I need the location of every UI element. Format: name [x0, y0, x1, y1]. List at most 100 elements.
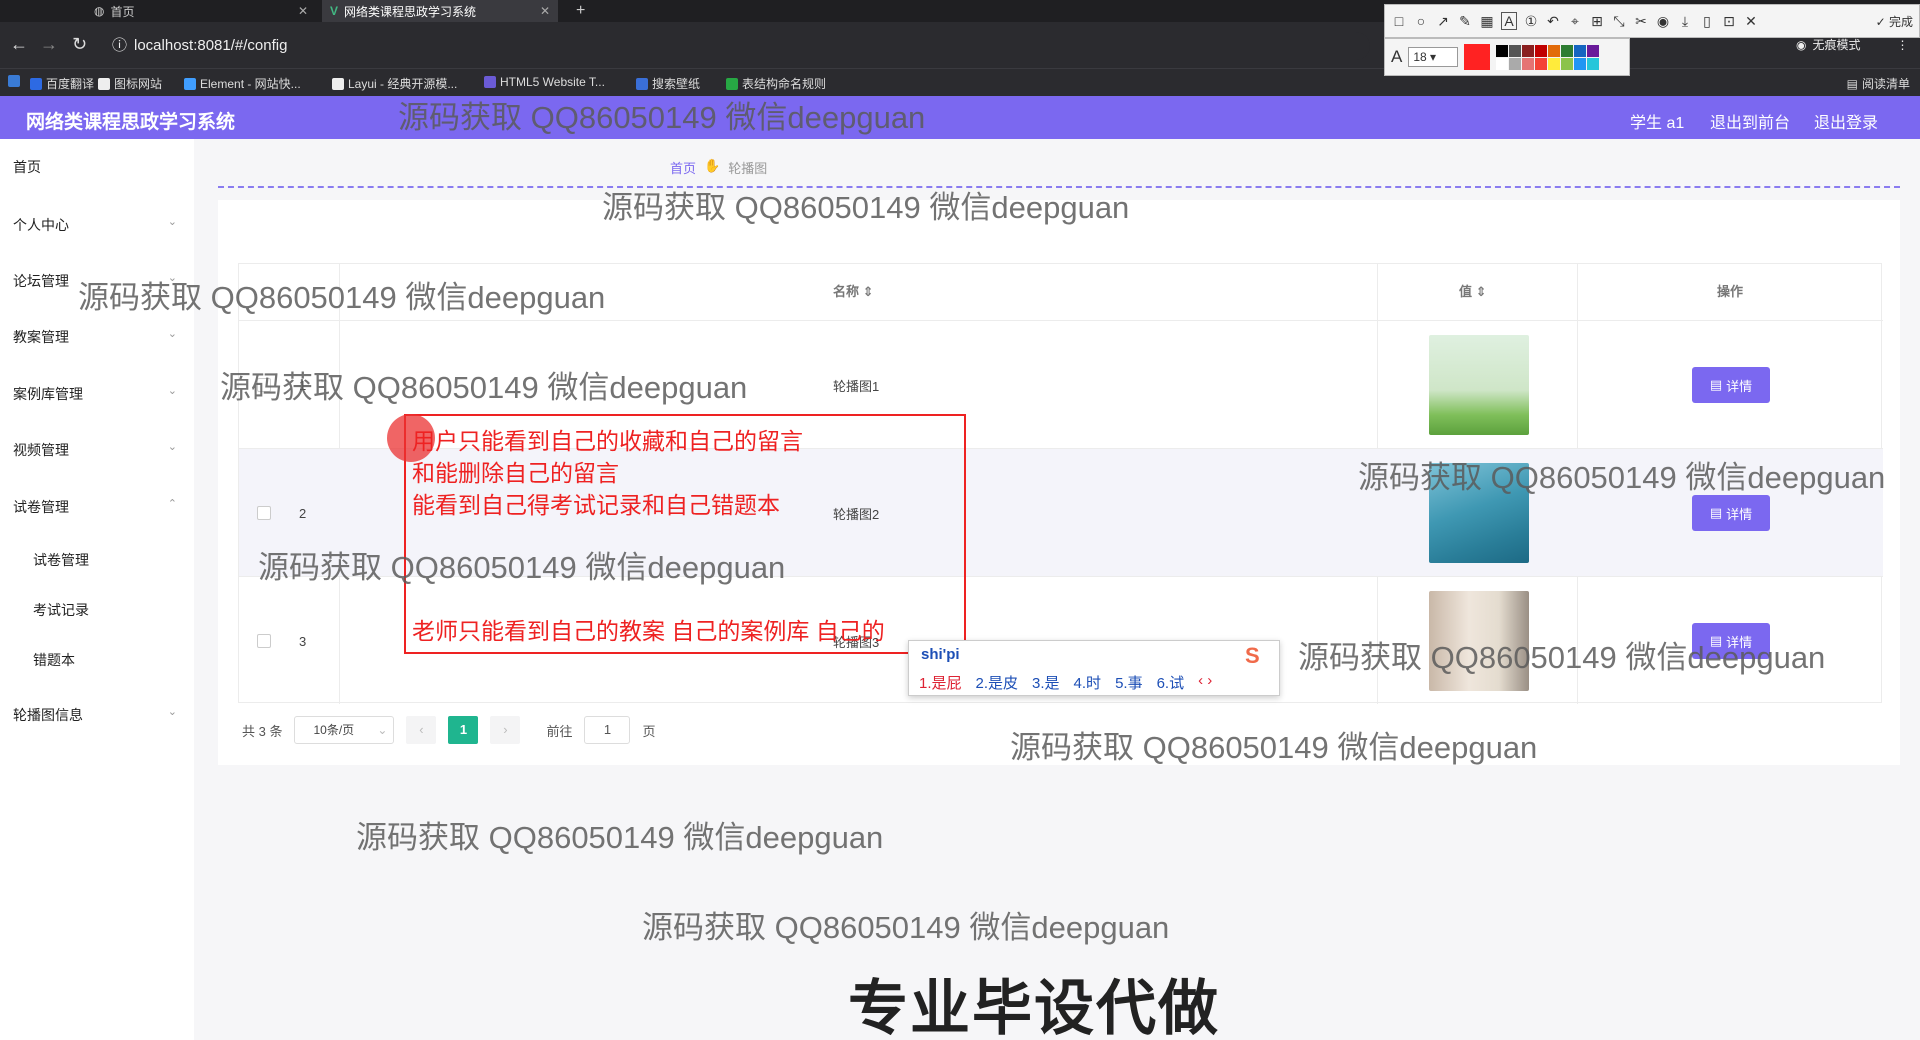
text-tool-icon[interactable]: A — [1501, 12, 1517, 30]
tab-home[interactable]: ◍ 首页 ✕ — [86, 0, 316, 22]
bookmark-icon[interactable]: ⊡ — [1721, 13, 1737, 30]
row-image[interactable] — [1429, 321, 1529, 449]
chevron-down-icon: ⌄ — [167, 328, 177, 340]
bookmark-item[interactable]: 图标网站 — [98, 75, 162, 92]
ime-candidate[interactable]: 2.是皮 — [976, 672, 1019, 693]
close-icon[interactable]: ✕ — [1743, 13, 1759, 30]
page-size-select[interactable]: 10条/页 ⌄ — [294, 716, 395, 744]
reading-list[interactable]: ▤ 阅读清单 — [1847, 75, 1910, 92]
sidebar-item-lesson[interactable]: 教案管理 ⌄ — [13, 327, 177, 347]
arrow-tool-icon[interactable]: ↗ — [1435, 13, 1451, 30]
row-checkbox[interactable] — [257, 577, 271, 705]
page-number-current[interactable]: 1 — [448, 716, 479, 744]
sidebar-subitem-exam-record[interactable]: 考试记录 — [33, 600, 89, 620]
sidebar-item-carousel[interactable]: 轮播图信息 ⌄ — [13, 705, 177, 725]
font-size-select[interactable]: 18 ▾ — [1408, 47, 1459, 67]
scroll-capture-icon[interactable]: ⤡ — [1611, 13, 1627, 30]
close-icon[interactable]: ✕ — [540, 4, 550, 18]
current-color-swatch[interactable] — [1464, 44, 1491, 70]
detail-button[interactable]: ▤ 详情 — [1692, 321, 1770, 449]
color-swatch[interactable] — [1548, 57, 1561, 70]
number-tool-icon[interactable]: ① — [1523, 13, 1539, 30]
apps-icon[interactable] — [8, 75, 20, 87]
close-icon[interactable]: ✕ — [298, 4, 308, 18]
download-icon[interactable]: ⤓ — [1677, 13, 1693, 30]
undo-icon[interactable]: ↶ — [1545, 13, 1561, 30]
mosaic-tool-icon[interactable]: ▦ — [1479, 13, 1495, 30]
sidebar-item-home[interactable]: 首页 — [13, 157, 177, 177]
color-swatch[interactable] — [1535, 44, 1548, 57]
bookmark-item[interactable]: Element - 网站快... — [184, 75, 301, 92]
forward-icon[interactable]: → — [40, 34, 58, 55]
phone-icon[interactable]: ▯ — [1699, 13, 1715, 30]
ime-candidate[interactable]: 6.试 — [1157, 672, 1185, 693]
translate-icon[interactable]: ✂ — [1633, 13, 1649, 30]
ime-candidate[interactable]: 1.是屁 — [919, 672, 962, 693]
sort-icon[interactable]: ⇕ — [863, 284, 874, 299]
ellipse-tool-icon[interactable]: ○ — [1413, 13, 1429, 29]
ime-candidate[interactable]: 3.是 — [1032, 672, 1060, 693]
watermark: 源码获取 QQ86050149 微信deepguan — [602, 190, 1130, 225]
exit-to-front-link[interactable]: 退出到前台 — [1710, 109, 1790, 133]
goto-page-input[interactable]: 1 — [584, 716, 631, 744]
record-icon[interactable]: ◉ — [1655, 13, 1671, 30]
color-swatch[interactable] — [1522, 44, 1535, 57]
ocr-icon[interactable]: ⊞ — [1589, 13, 1605, 30]
color-swatch[interactable] — [1496, 57, 1509, 70]
sidebar-item-case[interactable]: 案例库管理 ⌄ — [13, 384, 177, 404]
color-swatch[interactable] — [1561, 44, 1574, 57]
bookmark-item[interactable]: 表结构命名规则 — [726, 75, 826, 92]
done-button[interactable]: ✓ 完成 — [1876, 13, 1913, 30]
bookmark-item[interactable]: 搜索壁纸 — [636, 75, 700, 92]
font-icon: A — [1391, 47, 1403, 66]
pin-icon[interactable]: ⌖ — [1567, 13, 1583, 30]
sidebar-subitem-wrong-book[interactable]: 错题本 — [33, 650, 75, 670]
back-icon[interactable]: ← — [10, 34, 28, 55]
sidebar-subitem-exam-manage[interactable]: 试卷管理 — [33, 550, 89, 570]
color-swatch[interactable] — [1522, 57, 1535, 70]
prev-page-button[interactable]: ‹ — [406, 716, 437, 744]
color-swatch[interactable] — [1561, 57, 1574, 70]
color-swatch[interactable] — [1535, 57, 1548, 70]
bookmark-item[interactable]: 百度翻译 — [30, 75, 94, 92]
watermark: 源码获取 QQ86050149 微信deepguan — [1298, 640, 1826, 675]
chevron-down-icon: ⌄ — [377, 723, 388, 737]
color-swatch[interactable] — [1574, 44, 1587, 57]
tab-app[interactable]: V 网络类课程思政学习系统 ✕ — [322, 0, 558, 22]
sidebar-item-profile[interactable]: 个人中心 ⌄ — [13, 215, 177, 235]
color-swatch[interactable] — [1509, 44, 1522, 57]
reload-icon[interactable]: ↻ — [72, 34, 87, 55]
ime-candidate[interactable]: 5.事 — [1115, 672, 1143, 693]
color-swatch[interactable] — [1587, 57, 1600, 70]
bookmark-item[interactable]: HTML5 Website T... — [484, 75, 605, 89]
breadcrumb-home[interactable]: 首页 — [670, 158, 696, 177]
color-swatch[interactable] — [1548, 44, 1561, 57]
sidebar-item-video[interactable]: 视频管理 ⌄ — [13, 440, 177, 460]
total-count: 共 3 条 — [242, 723, 283, 739]
column-header-value[interactable]: 值 ⇕ — [1459, 264, 1487, 320]
color-swatch[interactable] — [1574, 57, 1587, 70]
menu-icon[interactable]: ⋮ — [1897, 38, 1909, 52]
color-swatch[interactable] — [1587, 44, 1600, 57]
incognito-indicator[interactable]: ◉ 无痕模式 ⋮ — [1796, 36, 1909, 53]
column-header-name[interactable]: 名称 ⇕ — [833, 264, 874, 320]
next-page-button[interactable]: › — [490, 716, 521, 744]
logout-link[interactable]: 退出登录 — [1814, 109, 1878, 133]
sort-icon[interactable]: ⇕ — [1476, 284, 1487, 299]
ime-candidate[interactable]: 4.时 — [1074, 672, 1102, 693]
new-tab-button[interactable]: + — [576, 0, 585, 22]
pagination: 共 3 条 10条/页 ⌄ ‹ 1 › 前往 1 页 — [242, 716, 656, 744]
watermark: 源码获取 QQ86050149 微信deepguan — [398, 100, 926, 135]
color-swatch[interactable] — [1509, 57, 1522, 70]
rect-tool-icon[interactable]: □ — [1391, 13, 1407, 29]
color-palette[interactable] — [1496, 44, 1600, 70]
color-swatch[interactable] — [1496, 44, 1509, 57]
url-field[interactable]: ⓘ localhost:8081/#/config — [110, 32, 1370, 60]
ime-page-arrows-icon[interactable]: ‹ › — [1198, 672, 1212, 693]
chevron-down-icon: ⌄ — [167, 216, 177, 228]
pen-tool-icon[interactable]: ✎ — [1457, 13, 1473, 30]
bookmark-item[interactable]: Layui - 经典开源模... — [332, 75, 457, 92]
sidebar-item-exam[interactable]: 试卷管理 ⌃ — [13, 497, 177, 517]
row-index: 3 — [299, 633, 307, 649]
watermark: 源码获取 QQ86050149 微信deepguan — [642, 910, 1170, 945]
